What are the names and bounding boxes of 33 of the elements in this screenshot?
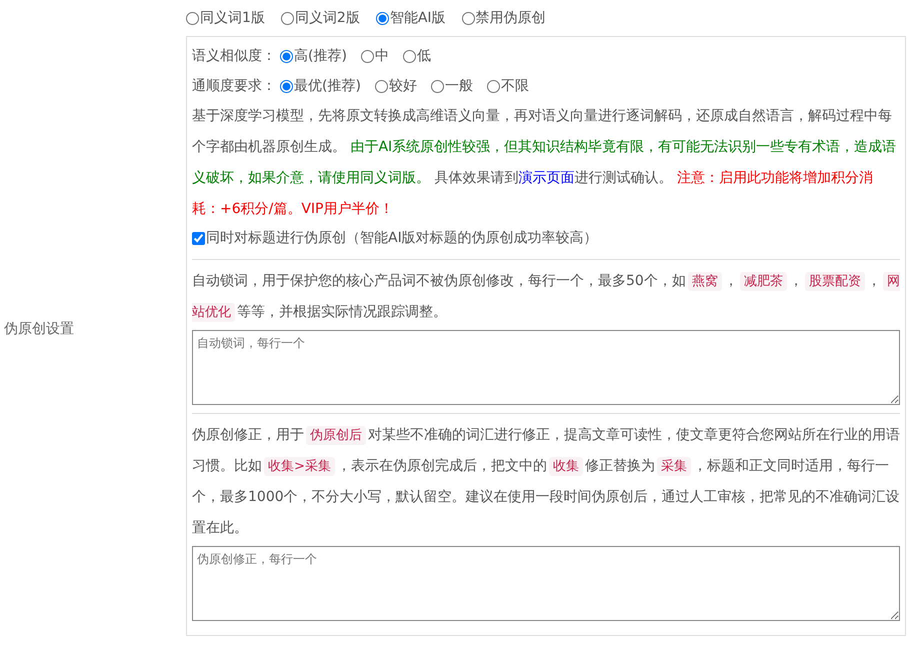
radio-button[interactable] <box>462 12 475 24</box>
radio-button[interactable] <box>374 80 388 92</box>
radio-button[interactable] <box>280 80 293 92</box>
option-label[interactable]: 一般 <box>444 77 473 95</box>
radio-button[interactable] <box>280 50 293 62</box>
mode-label[interactable]: 禁用伪原创 <box>476 9 546 27</box>
demo-link[interactable]: 演示页面 <box>518 170 574 186</box>
description-text: 基于深度学习模型，先将原文转换成高维语义向量，再对语义向量进行逐词解码，还原成自然语言，解码过程中每个字都由机器原创生成。 由于AI系统原创性较强，但其知识结构毕竟有限，有可能无法识别一些专有术语，造成语义破坏，如果介意，请使用同义词版。 具体效果请到演示页面进行测试确认。 注意：启用此功能将增加积分消耗：+6积分/篇。VIP用户半价！ <box>192 107 898 219</box>
mode-label[interactable]: 智能AI版 <box>390 9 446 27</box>
radio-button[interactable] <box>186 12 199 24</box>
mode-label[interactable]: 同义词2版 <box>294 9 360 27</box>
correction-description: 伪原创修正，用于 伪原创后 对某些不准确的词汇进行修正，提高文章可读性，使文章更符合您网站所在行业的用语习惯。比如 收集>采集 ，表示在伪原创完成后，把文中的 收集 修正替换为 采集 ，标题和正文同时适用，每行一个，最多1000个，不分大小写，默认留空。建议在使用一段时间伪原创后，通过人工审核，把常见的不准确词汇设置在此。 <box>192 425 900 538</box>
mode-label[interactable]: 同义词1版 <box>200 9 265 27</box>
correction-field[interactable]: 伪原创修正，每行一个 <box>192 546 900 621</box>
lock-words-field[interactable]: 自动锁词，每行一个 <box>192 330 900 405</box>
option-label[interactable]: 最优(推荐) <box>294 77 361 95</box>
setting-label: 语义相似度： <box>192 47 276 65</box>
radio-button[interactable] <box>376 12 389 24</box>
lock-words-description: 自动锁词，用于保护您的核心产品词不被伪原创修改，每行一个，最多50个，如 燕窝 ， 减肥茶 ， 股票配资 ， 网站优化 等等，并根据实际情况跟踪调整。 <box>192 271 900 324</box>
option-label[interactable]: 中 <box>374 47 389 65</box>
option-label[interactable]: 低 <box>416 47 431 65</box>
section-label: 伪原创设置 <box>4 320 74 338</box>
checkbox-label[interactable]: 同时对标题进行伪原创（智能AI版对标题的伪原创成功率较高） <box>206 229 598 247</box>
radio-button[interactable] <box>360 50 374 62</box>
radio-button[interactable] <box>486 80 500 92</box>
option-label[interactable]: 高(推荐) <box>294 47 347 65</box>
radio-button[interactable] <box>402 50 416 62</box>
title-checkbox[interactable] <box>192 232 205 244</box>
radio-button[interactable] <box>280 12 294 24</box>
option-label[interactable]: 较好 <box>388 77 417 95</box>
option-label[interactable]: 不限 <box>500 77 529 95</box>
setting-label: 通顺度要求： <box>192 77 276 95</box>
radio-button[interactable] <box>430 80 444 92</box>
